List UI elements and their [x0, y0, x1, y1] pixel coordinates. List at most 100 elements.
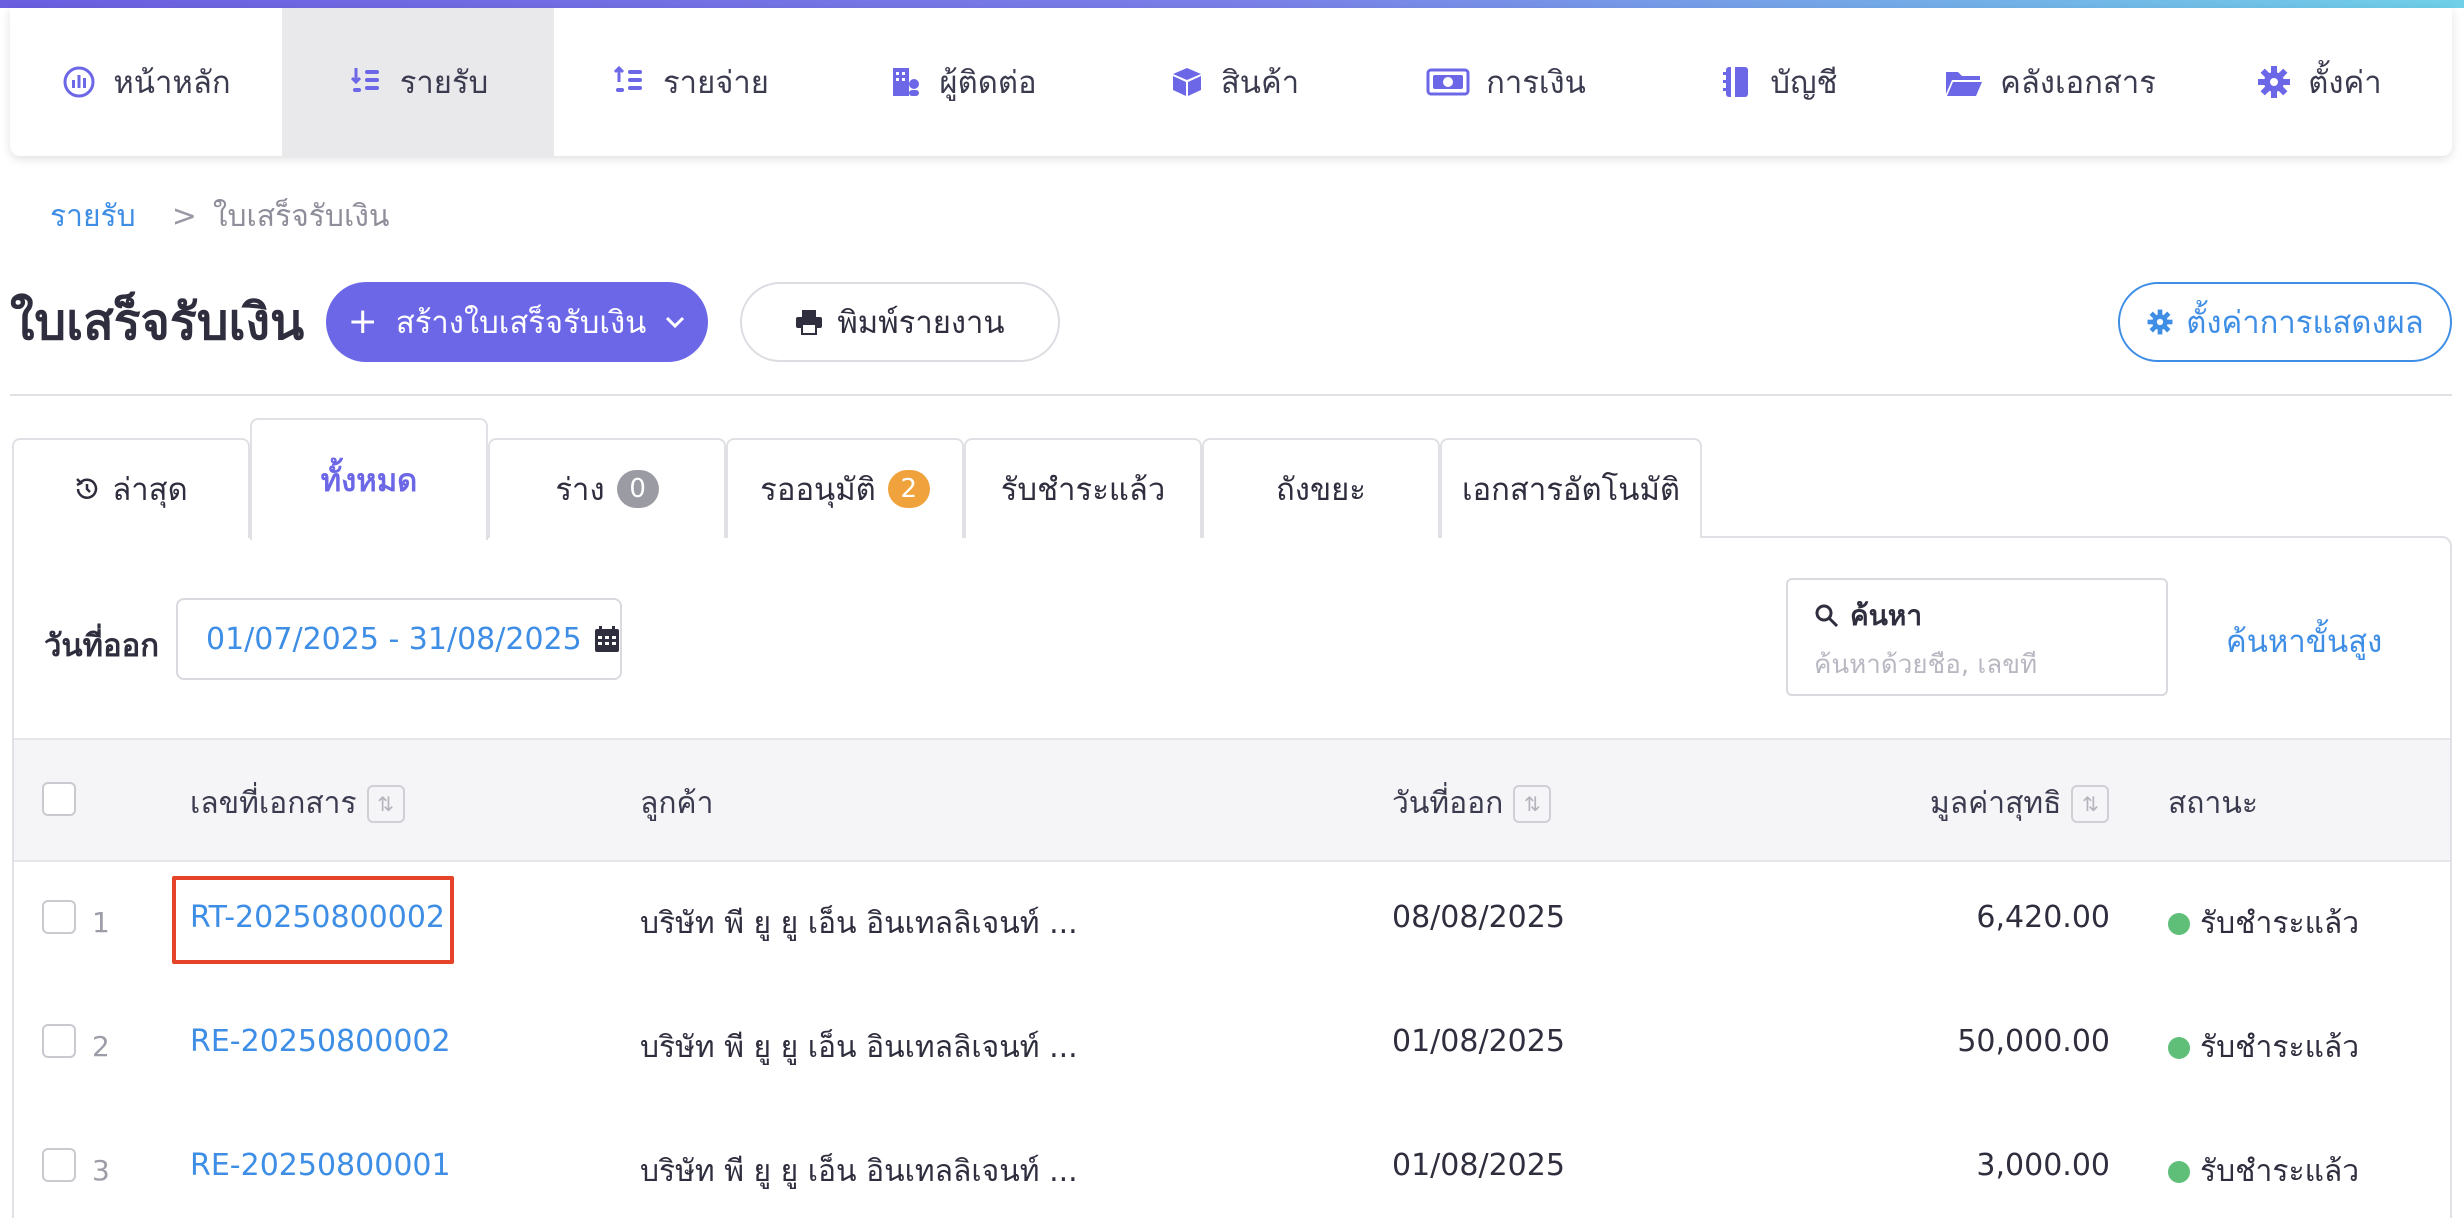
tab-paid-label: รับชำระแล้ว — [1000, 472, 1166, 508]
sort-icon[interactable]: ⇅ — [2071, 784, 2110, 823]
tab-latest[interactable]: ล่าสุด — [12, 438, 250, 538]
nav-item-income[interactable]: รายรับ — [282, 8, 554, 156]
display-settings-button[interactable]: ตั้งค่าการแสดงผล — [2118, 282, 2452, 362]
tab-all[interactable]: ทั้งหมด — [250, 418, 488, 540]
row-checkbox[interactable] — [42, 1024, 76, 1058]
doc-number-link[interactable]: RE-20250800001 — [190, 1148, 451, 1183]
date-range-value: 01/07/2025 - 31/08/2025 — [206, 621, 582, 657]
doc-number-link[interactable]: RT-20250800002 — [190, 900, 445, 935]
customer-name: บริษัท พี ยู ยู เอ็น อินเทลลิเจนท์ ... — [640, 1030, 1078, 1065]
tab-draft[interactable]: ร่าง 0 — [488, 438, 726, 538]
date-range-picker[interactable]: 01/07/2025 - 31/08/2025 — [176, 598, 622, 680]
nav-item-accounting[interactable]: บัญชี — [1642, 8, 1914, 156]
print-report-label: พิมพ์รายงาน — [837, 305, 1005, 341]
dashboard-icon — [63, 66, 95, 98]
nav-item-settings[interactable]: ตั้งค่า — [2186, 8, 2452, 156]
row-checkbox[interactable] — [42, 1148, 76, 1182]
issue-date: 08/08/2025 — [1392, 900, 1565, 935]
plus-icon: + — [347, 301, 378, 342]
nav-item-products[interactable]: สินค้า — [1098, 8, 1370, 156]
page-title: ใบเสร็จรับเงิน — [10, 293, 305, 351]
status-label: รับชำระแล้ว — [2200, 1030, 2360, 1065]
calendar-icon — [594, 626, 619, 652]
draft-count-badge: 0 — [616, 470, 659, 508]
nav-label-expense: รายจ่าย — [663, 65, 769, 101]
nav-label-home: หน้าหลัก — [113, 65, 231, 101]
top-gradient-bar — [0, 0, 2464, 8]
tab-auto-label: เอกสารอัตโนมัติ — [1461, 472, 1681, 508]
nav-item-finance[interactable]: การเงิน — [1370, 8, 1642, 156]
column-net-amount-label: มูลค่าสุทธิ — [1930, 786, 2062, 821]
column-issue-date-label: วันที่ออก — [1392, 786, 1504, 821]
customer-name: บริษัท พี ยู ยู เอ็น อินเทลลิเจนท์ ... — [640, 906, 1078, 941]
create-receipt-label: สร้างใบเสร็จรับเงิน — [395, 305, 647, 341]
status-badge: รับชำระแล้ว — [2168, 900, 2359, 947]
issue-date: 01/08/2025 — [1392, 1024, 1565, 1059]
gear-icon — [2258, 66, 2291, 98]
tab-draft-label: ร่าง — [555, 472, 605, 508]
nav-label-income: รายรับ — [399, 65, 489, 101]
pending-count-badge: 2 — [887, 470, 930, 508]
tab-pending-approval[interactable]: รออนุมัติ 2 — [726, 438, 964, 538]
sort-icon[interactable]: ⇅ — [1513, 784, 1552, 823]
nav-label-accounting: บัญชี — [1770, 65, 1838, 101]
chevron-down-icon — [666, 316, 685, 329]
tab-pending-label: รออนุมัติ — [760, 472, 876, 508]
tab-latest-label: ล่าสุด — [112, 472, 188, 508]
breadcrumb-income-link[interactable]: รายรับ — [50, 193, 136, 240]
search-title-label: ค้นหา — [1850, 599, 1923, 632]
gear-icon — [2147, 309, 2173, 335]
column-doc-no-label: เลขที่เอกสาร — [190, 786, 357, 821]
row-number: 2 — [92, 1030, 110, 1063]
nav-item-home[interactable]: หน้าหลัก — [10, 8, 282, 156]
nav-item-documents[interactable]: คลังเอกสาร — [1914, 8, 2186, 156]
printer-icon — [796, 310, 823, 335]
breadcrumb-separator: > — [171, 198, 197, 234]
status-badge: รับชำระแล้ว — [2168, 1148, 2359, 1195]
select-all-checkbox[interactable] — [42, 782, 76, 816]
column-header-net-amount[interactable]: มูลค่าสุทธิ ⇅ — [1930, 780, 2110, 827]
column-header-issue-date[interactable]: วันที่ออก ⇅ — [1392, 780, 1552, 827]
doc-number-link[interactable]: RE-20250800002 — [190, 1024, 451, 1059]
nav-item-expense[interactable]: รายจ่าย — [554, 8, 826, 156]
nav-label-documents: คลังเอกสาร — [2000, 65, 2156, 101]
column-status-label: สถานะ — [2168, 786, 2258, 821]
print-report-button[interactable]: พิมพ์รายงาน — [740, 282, 1060, 362]
folder-icon — [1946, 72, 1983, 96]
display-settings-label: ตั้งค่าการแสดงผล — [2186, 305, 2424, 341]
row-number: 3 — [92, 1154, 110, 1187]
tab-paid[interactable]: รับชำระแล้ว — [964, 438, 1202, 538]
search-icon — [1815, 604, 1839, 628]
tab-trash[interactable]: ถังขยะ — [1202, 438, 1440, 538]
column-header-doc-no[interactable]: เลขที่เอกสาร ⇅ — [190, 780, 405, 827]
status-dot — [2168, 1160, 2190, 1183]
sort-icon[interactable]: ⇅ — [366, 784, 405, 823]
breadcrumb-current: ใบเสร็จรับเงิน — [212, 198, 390, 234]
row-checkbox[interactable] — [42, 900, 76, 934]
ledger-icon — [1723, 67, 1749, 97]
status-label: รับชำระแล้ว — [2200, 1154, 2360, 1189]
status-dot — [2168, 912, 2190, 935]
tab-all-label: ทั้งหมด — [320, 463, 418, 499]
column-header-customer: ลูกค้า — [640, 780, 713, 827]
nav-label-contacts: ผู้ติดต่อ — [939, 65, 1037, 101]
advanced-search-link[interactable]: ค้นหาขั้นสูง — [2226, 616, 2382, 666]
status-label: รับชำระแล้ว — [2200, 906, 2360, 941]
money-icon — [1426, 68, 1470, 96]
row-number: 1 — [92, 906, 110, 939]
history-icon — [76, 478, 98, 499]
search-box[interactable]: ค้นหา — [1786, 578, 2168, 696]
nav-label-settings: ตั้งค่า — [2308, 65, 2382, 101]
column-header-status: สถานะ — [2168, 780, 2258, 827]
nav-label-finance: การเงิน — [1486, 65, 1586, 101]
issue-date-filter-label: วันที่ออก — [44, 628, 160, 664]
tab-auto-documents[interactable]: เอกสารอัตโนมัติ — [1440, 438, 1702, 538]
nav-label-products: สินค้า — [1220, 65, 1300, 101]
create-receipt-button[interactable]: + สร้างใบเสร็จรับเงิน — [326, 282, 708, 362]
search-input[interactable] — [1814, 650, 2144, 680]
status-badge: รับชำระแล้ว — [2168, 1024, 2359, 1071]
nav-item-contacts[interactable]: ผู้ติดต่อ — [826, 8, 1098, 156]
tab-trash-label: ถังขยะ — [1276, 472, 1366, 508]
income-icon — [350, 68, 379, 92]
search-title: ค้นหา — [1814, 594, 2140, 638]
